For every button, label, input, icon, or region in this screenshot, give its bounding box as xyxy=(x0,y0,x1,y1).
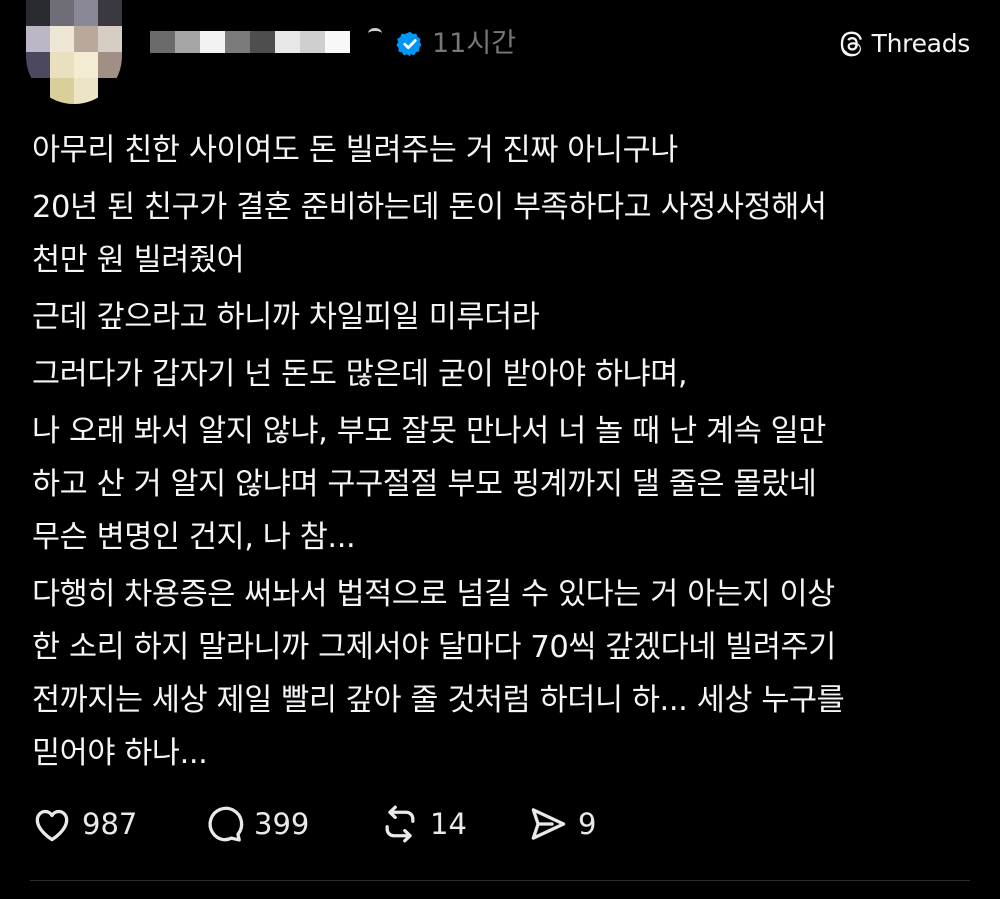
divider xyxy=(30,880,970,881)
post-text-line: 하고 산 거 알지 않냐며 구구절절 부모 핑계까지 댈 줄은 몰랐네 xyxy=(32,467,817,502)
post-text-line: 전까지는 세상 제일 빨리 갚아 줄 것처럼 하더니 하... 세상 누구를 xyxy=(32,683,845,718)
like-count: 987 xyxy=(82,807,138,841)
threads-logo-icon xyxy=(840,31,862,57)
post-paragraph: 20년 된 친구가 결혼 준비하는데 돈이 부족하다고 사정사정해서천만 원 빌… xyxy=(32,181,972,287)
username-blurred[interactable] xyxy=(150,31,350,53)
post-text-line: 근데 갚으라고 하니까 차일피일 미루더라 xyxy=(32,300,540,335)
comment-button[interactable]: 399 xyxy=(202,800,309,848)
comment-count: 399 xyxy=(254,807,310,841)
share-send-icon xyxy=(531,808,566,840)
heart-icon xyxy=(35,809,69,842)
post-text-line: 한 소리 하지 말라니까 그제서야 달마다 70씩 갚겠다네 빌려주기 xyxy=(32,630,836,665)
post-paragraph: 다행히 차용증은 써놔서 법적으로 넘길 수 있다는 거 아는지 이상한 소리 … xyxy=(32,568,972,780)
post-text-line: 다행히 차용증은 써놔서 법적으로 넘길 수 있다는 거 아는지 이상 xyxy=(32,577,835,612)
post-text-line: 무슨 변명인 건지, 나 참... xyxy=(32,520,356,555)
post-text-line: 아무리 친한 사이여도 돈 빌려주는 거 진짜 아니구나 xyxy=(32,133,678,168)
repost-button[interactable]: 14 xyxy=(378,800,467,848)
threads-post: 11시간 Threads 아무리 친한 사이여도 돈 빌려주는 거 진짜 아니구… xyxy=(0,0,1000,899)
brand-label: Threads xyxy=(871,29,971,58)
post-paragraph: 그러다가 갑자기 넌 돈도 많은데 굳이 받아야 하냐며, xyxy=(32,348,972,401)
post-text-line: 20년 된 친구가 결혼 준비하는데 돈이 부족하다고 사정사정해서 xyxy=(32,190,827,225)
repost-icon xyxy=(385,805,415,843)
post-text-line: 천만 원 빌려줬어 xyxy=(32,243,245,278)
threads-brand[interactable]: Threads xyxy=(838,28,970,60)
post-time[interactable]: 11시간 xyxy=(432,26,516,62)
post-text-line: 믿어야 하나... xyxy=(32,736,208,771)
post-paragraph: 아무리 친한 사이여도 돈 빌려주는 거 진짜 아니구나 xyxy=(32,124,972,177)
like-button[interactable]: 987 xyxy=(30,800,137,848)
post-content: 아무리 친한 사이여도 돈 빌려주는 거 진짜 아니구나 20년 된 친구가 결혼… xyxy=(32,124,972,784)
post-text-line: 그러다가 갑자기 넌 돈도 많은데 굳이 받아야 하냐며, xyxy=(32,357,688,392)
share-count: 9 xyxy=(578,807,597,841)
username-blur-tail xyxy=(368,28,382,39)
repost-count: 14 xyxy=(430,807,467,841)
avatar[interactable] xyxy=(26,0,122,104)
verified-badge-icon xyxy=(396,31,422,57)
post-paragraph: 나 오래 봐서 알지 않냐, 부모 잘못 만나서 너 놀 때 난 계속 일만하고… xyxy=(32,405,972,564)
share-button[interactable]: 9 xyxy=(526,800,596,848)
post-paragraph: 근데 갚으라고 하니까 차일피일 미루더라 xyxy=(32,291,972,344)
comment-bubble-icon xyxy=(208,806,244,842)
post-text-line: 나 오래 봐서 알지 않냐, 부모 잘못 만나서 너 놀 때 난 계속 일만 xyxy=(32,414,826,449)
